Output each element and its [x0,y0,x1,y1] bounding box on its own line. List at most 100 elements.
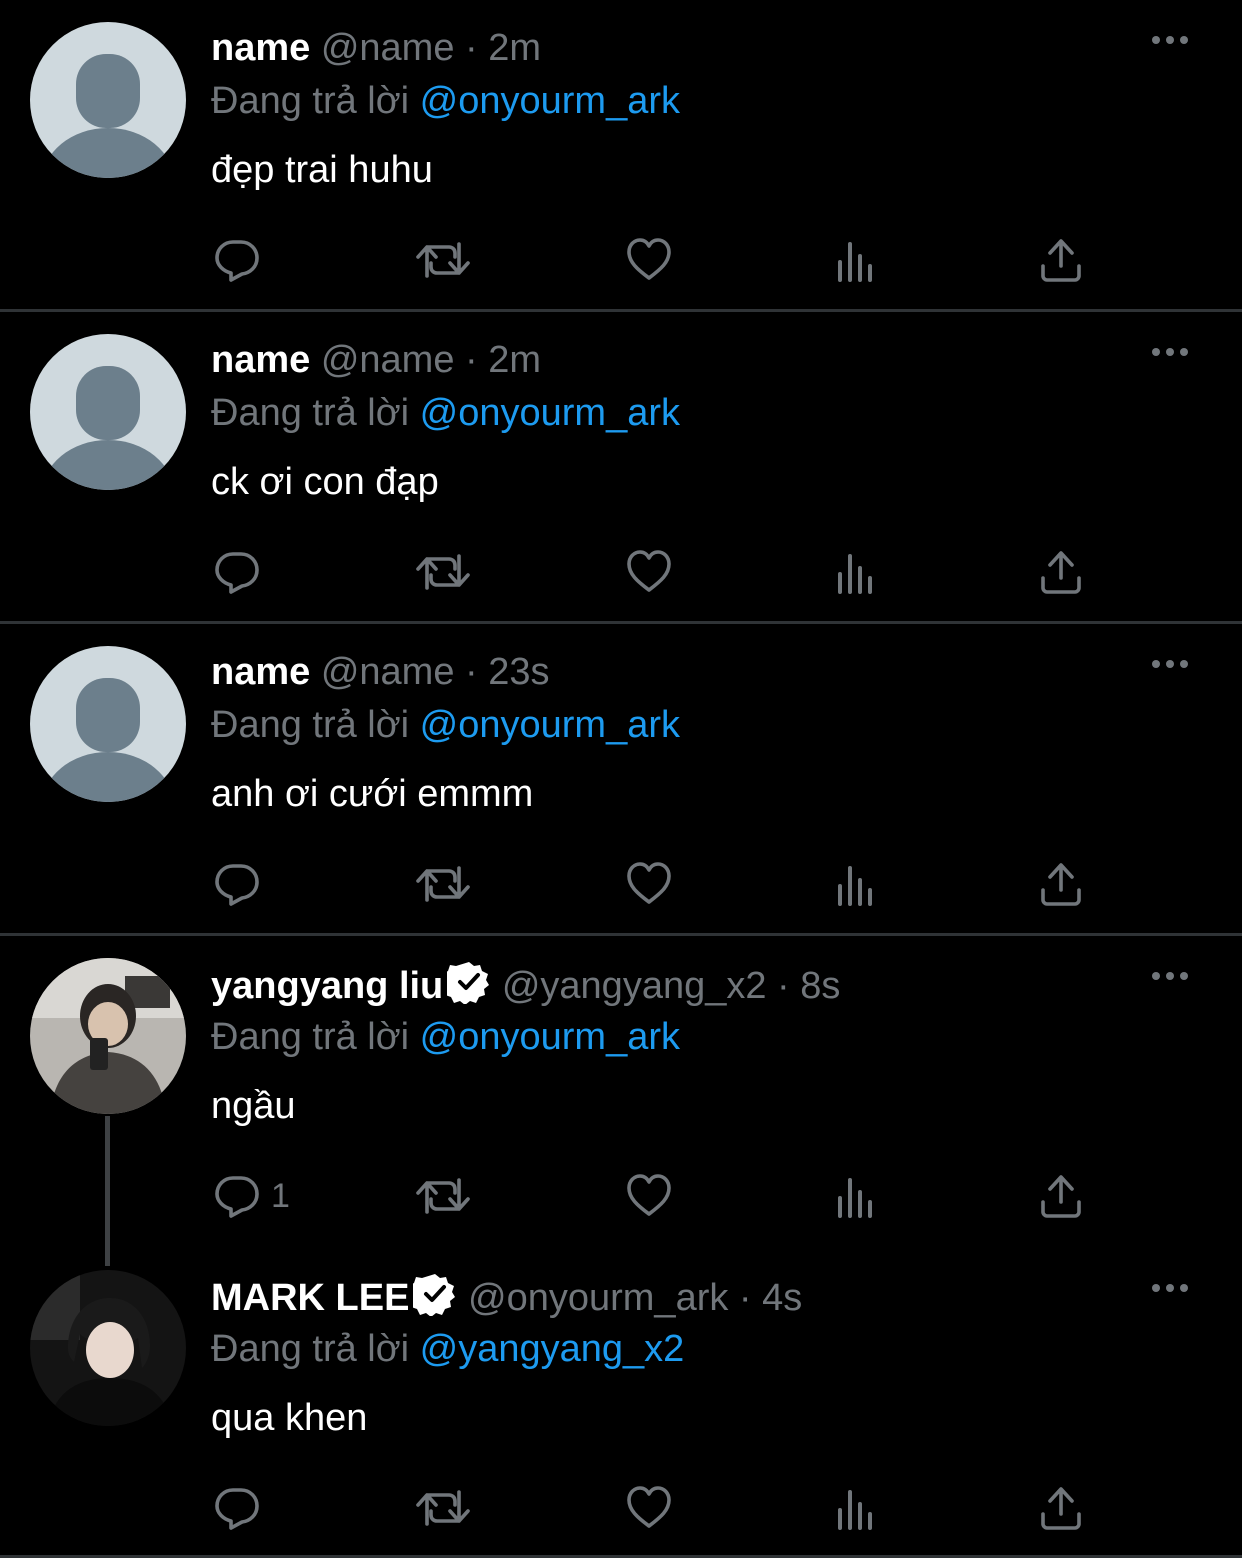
tweet-actions: 1 [0,1146,1242,1246]
tweet[interactable]: MARK LEE @onyourm_ark · 4s Đang trả lời … [0,1248,1242,1558]
reply-button[interactable] [213,854,271,914]
tweet[interactable]: name @name · 2m Đang trả lời @onyourm_ar… [0,312,1242,624]
views-button[interactable] [832,1166,880,1226]
tweet-header: name @name · 2m [211,24,541,72]
share-button[interactable] [1037,854,1085,914]
like-button[interactable] [625,1478,673,1538]
reply-icon [213,548,261,596]
reply-button[interactable] [213,230,271,290]
retweet-button[interactable] [415,542,471,602]
retweet-icon [415,548,471,596]
retweet-icon [415,860,471,908]
mention-link[interactable]: @onyourm_ark [420,704,680,746]
retweet-button[interactable] [415,1166,471,1226]
tweet[interactable]: yangyang liu @yangyang_x2 · 8s Đang trả … [0,936,1242,1248]
like-button[interactable] [625,1166,673,1226]
share-button[interactable] [1037,1478,1085,1538]
replying-to-label: Đang trả lời [211,704,410,746]
default-avatar-icon [30,22,186,178]
replying-to: Đang trả lời @onyourm_ark [211,76,680,126]
avatar[interactable] [30,1270,186,1426]
display-name[interactable]: name [211,27,310,69]
handle[interactable]: @name [321,651,455,693]
views-icon [832,1172,880,1220]
handle[interactable]: @name [321,339,455,381]
share-button[interactable] [1037,1166,1085,1226]
tweet-text: qua khen [211,1397,368,1439]
views-button[interactable] [832,542,880,602]
handle[interactable]: @name [321,27,455,69]
timestamp[interactable]: 4s [762,1277,802,1319]
tweet-actions [0,1458,1242,1558]
separator: · [766,965,801,1007]
views-button[interactable] [832,854,880,914]
views-icon [832,548,880,596]
more-horizontal-icon[interactable] [1150,654,1190,674]
mention-link[interactable]: @onyourm_ark [420,392,680,434]
profile-photo [30,1270,186,1426]
views-button[interactable] [832,230,880,290]
like-button[interactable] [625,854,673,914]
heart-icon [625,1172,673,1220]
mention-link[interactable]: @onyourm_ark [420,1016,680,1058]
replying-to-label: Đang trả lời [211,1016,410,1058]
verified-badge-icon [413,1272,457,1316]
avatar[interactable] [30,958,186,1114]
tweet-header: name @name · 2m [211,336,541,384]
tweet[interactable]: name @name · 2m Đang trả lời @onyourm_ar… [0,0,1242,312]
tweet[interactable]: name @name · 23s Đang trả lời @onyourm_a… [0,624,1242,936]
replying-to: Đang trả lời @onyourm_ark [211,1012,680,1062]
retweet-button[interactable] [415,230,471,290]
reply-button[interactable] [213,542,271,602]
like-button[interactable] [625,230,673,290]
like-button[interactable] [625,542,673,602]
avatar[interactable] [30,646,186,802]
default-avatar-icon [30,646,186,802]
default-avatar-icon [30,334,186,490]
handle[interactable]: @onyourm_ark [468,1277,728,1319]
mention-link[interactable]: @yangyang_x2 [420,1328,685,1370]
reply-button[interactable] [213,1478,271,1538]
mention-link[interactable]: @onyourm_ark [420,80,680,122]
tweet-text: anh ơi cưới emmm [211,773,534,815]
heart-icon [625,548,673,596]
share-button[interactable] [1037,230,1085,290]
reply-icon [213,236,261,284]
share-icon [1037,548,1085,596]
separator: · [728,1277,763,1319]
avatar[interactable] [30,334,186,490]
heart-icon [625,1484,673,1532]
retweet-icon [415,236,471,284]
handle[interactable]: @yangyang_x2 [502,965,767,1007]
timestamp[interactable]: 2m [488,27,541,69]
replying-to-label: Đang trả lời [211,392,410,434]
reply-count: 1 [271,1176,290,1215]
more-horizontal-icon[interactable] [1150,30,1190,50]
timestamp[interactable]: 23s [488,651,549,693]
reply-button[interactable]: 1 [213,1166,290,1226]
display-name[interactable]: name [211,651,310,693]
tweet-text: ck ơi con đạp [211,461,439,503]
separator: · [454,339,489,381]
tweet-header: name @name · 23s [211,648,550,696]
views-button[interactable] [832,1478,880,1538]
more-horizontal-icon[interactable] [1150,342,1190,362]
avatar[interactable] [30,22,186,178]
display-name[interactable]: name [211,339,310,381]
more-horizontal-icon[interactable] [1150,966,1190,986]
retweet-button[interactable] [415,1478,471,1538]
tweet-actions [0,210,1242,310]
retweet-button[interactable] [415,854,471,914]
more-horizontal-icon[interactable] [1150,1278,1190,1298]
display-name[interactable]: yangyang liu [211,965,443,1007]
tweet-header: MARK LEE @onyourm_ark · 4s [211,1272,802,1322]
heart-icon [625,860,673,908]
display-name[interactable]: MARK LEE [211,1277,409,1319]
tweet-header: yangyang liu @yangyang_x2 · 8s [211,960,840,1010]
timestamp[interactable]: 2m [488,339,541,381]
replying-to-label: Đang trả lời [211,80,410,122]
timestamp[interactable]: 8s [800,965,840,1007]
separator: · [454,27,489,69]
share-button[interactable] [1037,542,1085,602]
replying-to: Đang trả lời @onyourm_ark [211,700,680,750]
